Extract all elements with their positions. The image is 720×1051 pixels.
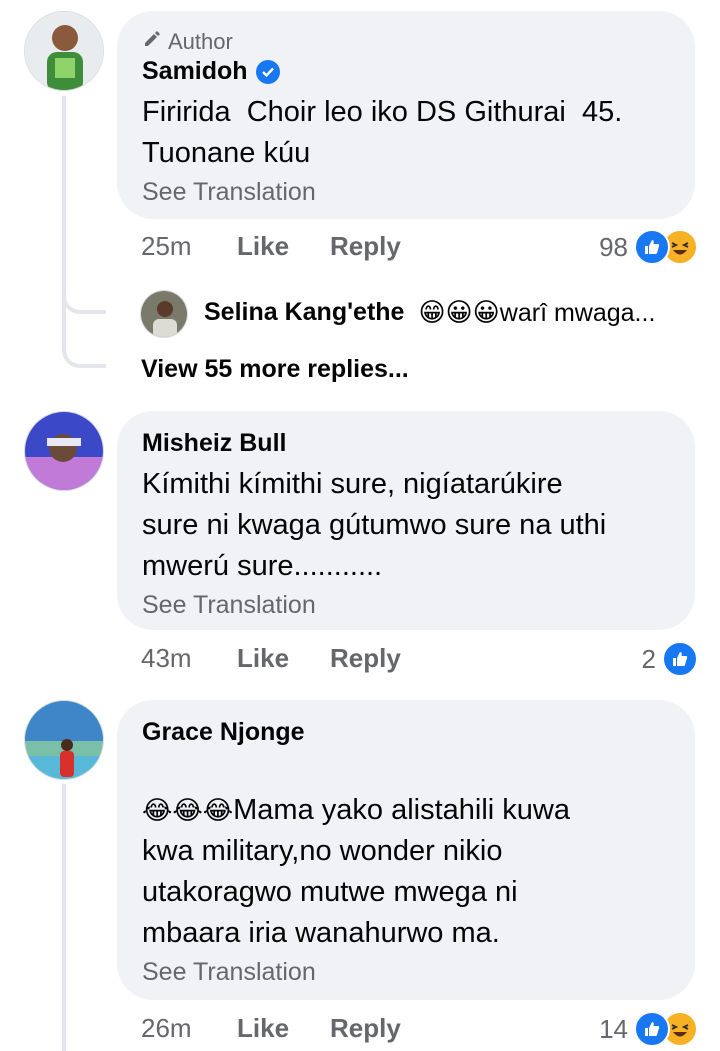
reply-avatar[interactable] bbox=[140, 290, 188, 338]
like-button[interactable]: Like bbox=[237, 1013, 330, 1044]
commenter-name[interactable]: Samidoh bbox=[142, 57, 248, 86]
see-translation-link[interactable]: See Translation bbox=[142, 958, 670, 987]
comment-bubble: Author Samidoh Firirida Choir leo iko DS… bbox=[117, 11, 695, 219]
comment-actions: 25m Like Reply bbox=[141, 231, 401, 262]
comment-time[interactable]: 26m bbox=[141, 1013, 237, 1044]
reply-button[interactable]: Reply bbox=[330, 1013, 401, 1044]
thread-connector bbox=[62, 346, 106, 368]
author-tag-label: Author bbox=[168, 29, 233, 54]
commenter-name[interactable]: Misheiz Bull bbox=[142, 429, 286, 458]
verified-icon bbox=[255, 59, 280, 84]
reply-button[interactable]: Reply bbox=[330, 643, 401, 674]
comment-time[interactable]: 43m bbox=[141, 643, 237, 674]
avatar[interactable] bbox=[24, 700, 104, 780]
avatar[interactable] bbox=[24, 411, 104, 491]
avatar-image bbox=[25, 701, 103, 779]
avatar-image bbox=[25, 412, 103, 490]
see-translation-link[interactable]: See Translation bbox=[142, 591, 670, 620]
comment-text: Kímithi kímithi sure, nigíatarúkire sure… bbox=[142, 468, 607, 582]
thread-line bbox=[62, 784, 66, 1051]
like-icon bbox=[634, 229, 670, 265]
reply-avatar-image bbox=[141, 291, 187, 337]
reply-button[interactable]: Reply bbox=[330, 231, 401, 262]
comment-time[interactable]: 25m bbox=[141, 231, 237, 262]
like-icon bbox=[662, 641, 698, 677]
reply-emojis: 😁😀😀 bbox=[418, 297, 500, 327]
thread-connector bbox=[62, 292, 106, 314]
view-more-replies-link[interactable]: View 55 more replies... bbox=[141, 355, 409, 384]
thread-line bbox=[62, 96, 66, 346]
reaction-summary[interactable]: 14 bbox=[599, 1011, 698, 1047]
commenter-name[interactable]: Grace Njonge bbox=[142, 718, 305, 747]
reply-preview[interactable]: Selina Kang'ethe 😁😀😀warî mwaga... bbox=[204, 297, 655, 328]
reaction-count: 2 bbox=[641, 643, 656, 674]
like-icon bbox=[634, 1011, 670, 1047]
reply-author-name[interactable]: Selina Kang'ethe bbox=[204, 298, 404, 327]
reaction-summary[interactable]: 2 bbox=[642, 641, 698, 677]
reaction-count: 14 bbox=[599, 1013, 628, 1044]
comment-actions: 43m Like Reply bbox=[141, 643, 401, 674]
reaction-count: 98 bbox=[599, 231, 628, 262]
see-translation-link[interactable]: See Translation bbox=[142, 178, 670, 207]
comment-bubble: Misheiz Bull Kímithi kímithi sure, nigía… bbox=[117, 411, 695, 630]
comment-emojis: 😂😂😂 bbox=[142, 795, 234, 825]
like-button[interactable]: Like bbox=[237, 231, 330, 262]
reply-text: warî mwaga... bbox=[499, 299, 656, 327]
avatar-image bbox=[25, 12, 103, 90]
pencil-icon bbox=[142, 29, 162, 55]
reaction-summary[interactable]: 98 bbox=[599, 229, 698, 265]
comment-bubble: Grace Njonge 😂😂😂Mama yako alistahili kuw… bbox=[117, 700, 695, 1000]
comment-text: Firirida Choir leo iko DS Githurai 45. T… bbox=[142, 96, 623, 169]
avatar[interactable] bbox=[24, 11, 104, 91]
like-button[interactable]: Like bbox=[237, 643, 330, 674]
author-badge: Author bbox=[142, 29, 670, 55]
comment-actions: 26m Like Reply bbox=[141, 1013, 401, 1044]
